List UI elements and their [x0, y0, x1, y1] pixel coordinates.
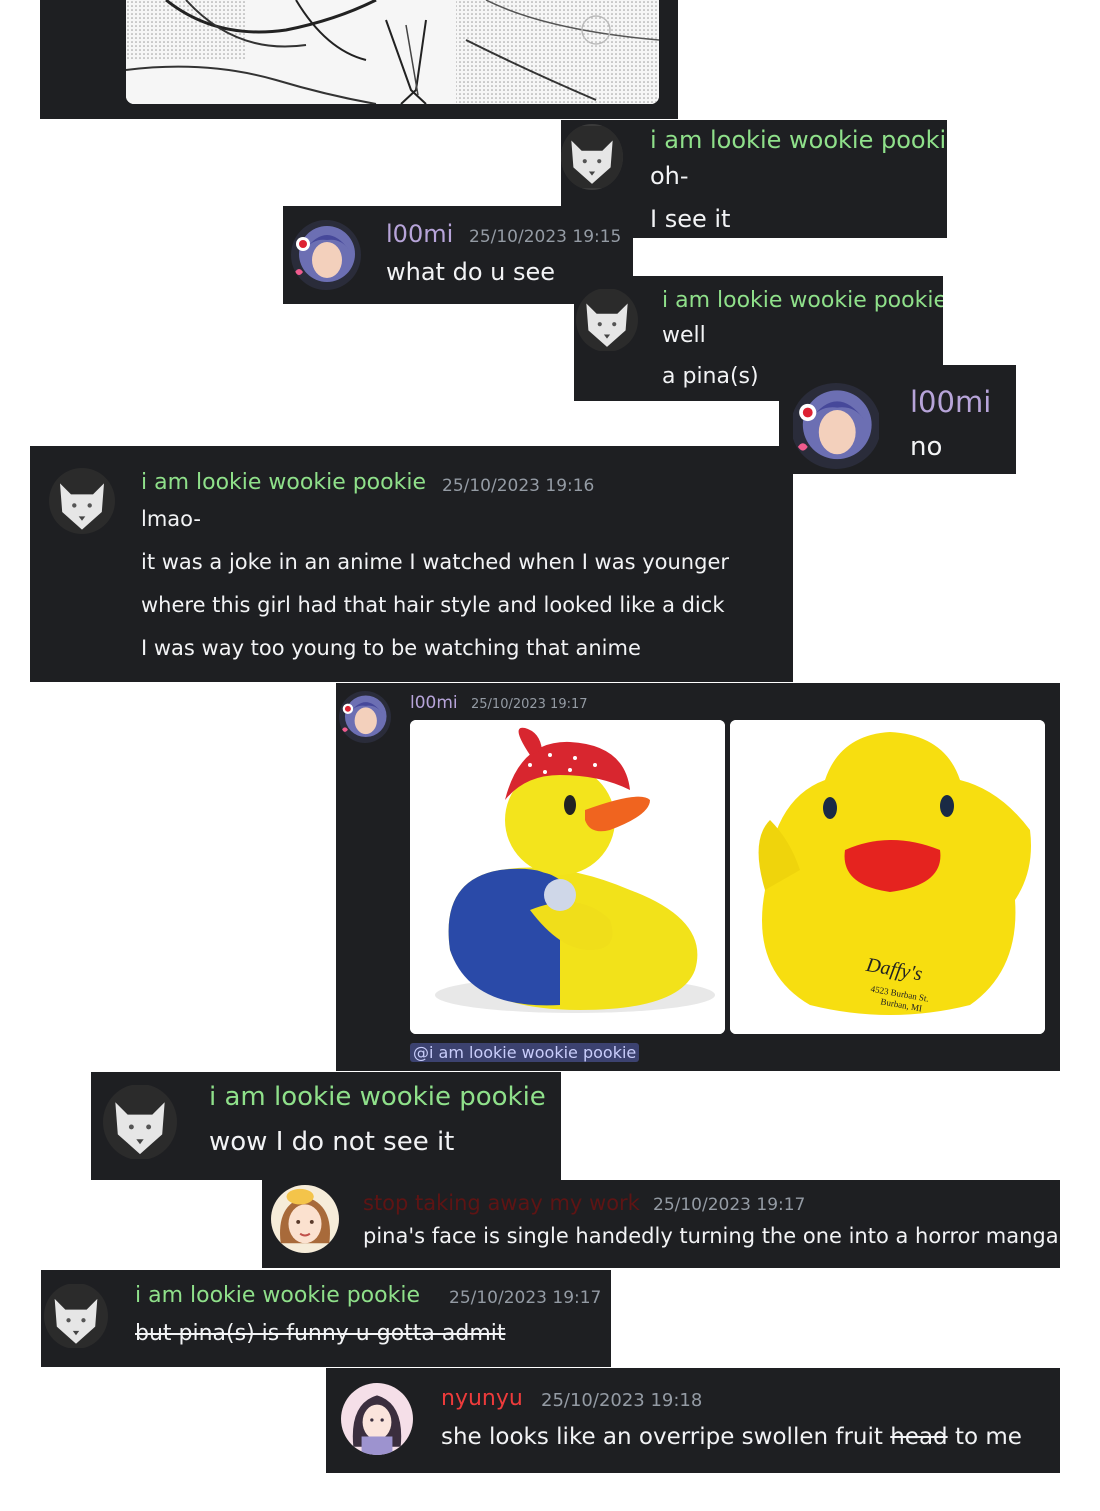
- message-timestamp: 25/10/2023 19:17: [449, 1288, 602, 1308]
- wolf-avatar-icon[interactable]: [44, 1283, 108, 1349]
- username[interactable]: l00mi: [910, 385, 991, 419]
- message-timestamp: 25/10/2023 19:17: [471, 697, 588, 712]
- anime-girl-avatar-icon[interactable]: [291, 220, 361, 290]
- strikethrough-word: head: [890, 1424, 948, 1450]
- username[interactable]: i am lookie wookie pookie: [662, 288, 943, 313]
- message-line: where this girl had that hair style and …: [141, 593, 725, 617]
- message-line: wow I do not see it: [209, 1127, 455, 1157]
- username[interactable]: i am lookie wookie pookie: [135, 1283, 420, 1308]
- username[interactable]: stop taking away my work: [363, 1191, 640, 1215]
- message-timestamp: 25/10/2023 19:18: [541, 1390, 703, 1411]
- girl-avatar-icon[interactable]: [271, 1185, 339, 1253]
- message-line: a pina(s): [662, 364, 759, 389]
- message-timestamp: 25/10/2023 19:16: [442, 476, 595, 496]
- wolf-avatar-icon[interactable]: [49, 468, 115, 534]
- username[interactable]: i am lookie wookie pookie: [209, 1082, 546, 1112]
- manga-image: [126, 0, 659, 104]
- username[interactable]: nyunyu: [441, 1386, 523, 1411]
- message-line: oh-: [650, 162, 689, 190]
- username[interactable]: i am lookie wookie pookie: [141, 470, 426, 495]
- message-text-after: to me: [947, 1424, 1022, 1450]
- yellow-rubber-duck-image[interactable]: Daffy's 4523 Burban St. Burban, MI: [730, 720, 1045, 1034]
- username[interactable]: l00mi: [386, 220, 453, 248]
- message-crop-ducks: l00mi 25/10/2023 19:17 Daffy's 4523 Burb…: [336, 683, 1060, 1071]
- message-crop-overripe: nyunyu 25/10/2023 19:18 she looks like a…: [326, 1368, 1060, 1473]
- girl-avatar-icon[interactable]: [341, 1383, 413, 1455]
- message-crop-lmao: i am lookie wookie pookie 25/10/2023 19:…: [30, 446, 793, 682]
- message-crop-wow: i am lookie wookie pookie wow I do not s…: [91, 1072, 561, 1180]
- message-line: I was way too young to be watching that …: [141, 636, 641, 660]
- message-line: I see it: [650, 205, 731, 233]
- message-timestamp: 25/10/2023 19:15: [469, 227, 622, 247]
- message-line: well: [662, 323, 706, 348]
- manga-panel-crop: [40, 0, 678, 119]
- message-line: lmao-: [141, 507, 201, 531]
- username[interactable]: l00mi: [410, 693, 458, 713]
- message-crop-no: l00mi no: [779, 365, 1016, 474]
- anime-girl-avatar-icon[interactable]: [791, 383, 881, 469]
- message-line: what do u see: [386, 258, 556, 286]
- message-line-strikethrough: but pina(s) is funny u gotta admit: [135, 1321, 506, 1346]
- wolf-avatar-icon[interactable]: [561, 124, 623, 190]
- message-text-before: she looks like an overripe swollen fruit: [441, 1424, 891, 1450]
- message-line: it was a joke in an anime I watched when…: [141, 550, 729, 574]
- message-line: pina's face is single handedly turning t…: [363, 1224, 1059, 1248]
- message-line: she looks like an overripe swollen fruit…: [441, 1424, 1022, 1450]
- user-mention[interactable]: @i am lookie wookie pookie: [410, 1043, 640, 1062]
- rubber-duck-bandana-image[interactable]: [410, 720, 725, 1034]
- message-line: no: [910, 432, 943, 462]
- wolf-avatar-icon[interactable]: [103, 1084, 177, 1160]
- username[interactable]: i am lookie wookie pookie: [650, 126, 947, 154]
- wolf-avatar-icon[interactable]: [576, 288, 638, 352]
- message-timestamp: 25/10/2023 19:17: [653, 1195, 806, 1215]
- message-crop-horror-manga: stop taking away my work 25/10/2023 19:1…: [262, 1180, 1060, 1268]
- anime-girl-avatar-icon[interactable]: [339, 691, 391, 743]
- message-crop-pina-funny: i am lookie wookie pookie 25/10/2023 19:…: [41, 1270, 611, 1367]
